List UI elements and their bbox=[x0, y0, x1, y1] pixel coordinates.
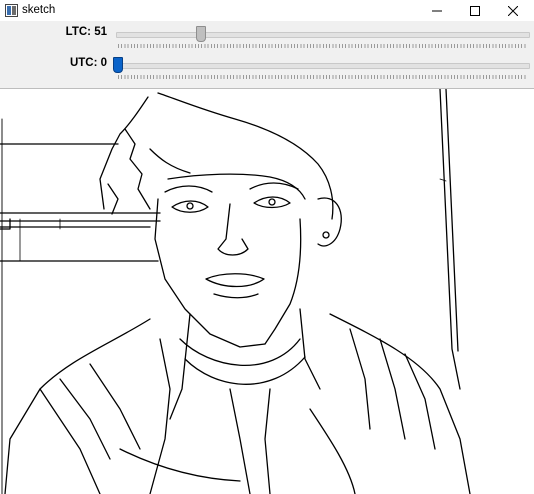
maximize-icon bbox=[470, 5, 480, 16]
title-bar[interactable]: sketch bbox=[0, 0, 534, 22]
utc-slider-thumb[interactable] bbox=[113, 57, 123, 73]
app-icon bbox=[5, 4, 18, 17]
minimize-icon bbox=[432, 10, 442, 11]
sketch-image bbox=[0, 89, 534, 494]
trackbar-panel: LTC: 51 UTC: 0 bbox=[0, 21, 534, 89]
close-button[interactable] bbox=[496, 0, 530, 21]
sketch-window: sketch LTC: 51 UTC: 0 bbox=[0, 0, 534, 494]
ltc-slider-ticks bbox=[118, 44, 526, 48]
edge-sketch-drawing bbox=[0, 89, 471, 494]
minimize-button[interactable] bbox=[420, 0, 454, 21]
window-title: sketch bbox=[22, 4, 56, 16]
ltc-label: LTC: 51 bbox=[65, 26, 107, 38]
ltc-slider-track[interactable] bbox=[116, 32, 530, 38]
utc-slider-ticks bbox=[118, 75, 526, 79]
close-icon bbox=[508, 5, 518, 16]
utc-slider-track[interactable] bbox=[116, 63, 530, 69]
ltc-slider-thumb[interactable] bbox=[196, 26, 206, 42]
utc-label: UTC: 0 bbox=[69, 57, 107, 69]
maximize-button[interactable] bbox=[458, 0, 492, 21]
